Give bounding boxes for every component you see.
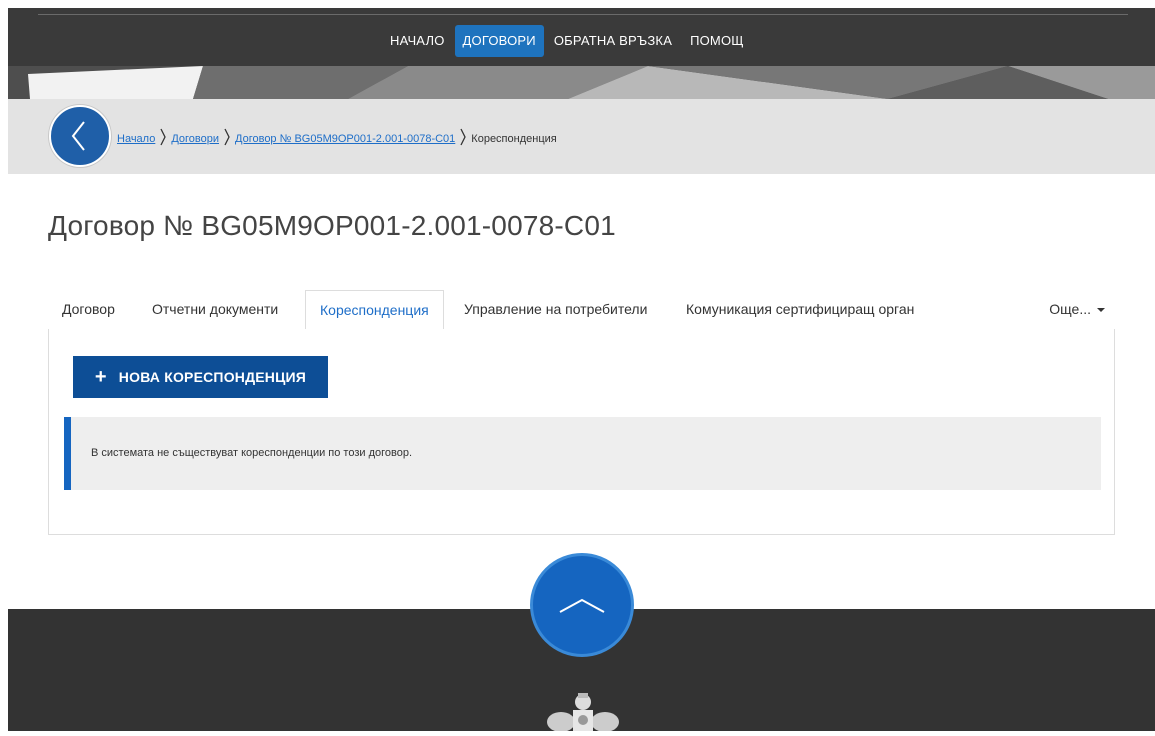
page: НАЧАЛО ДОГОВОРИ ОБРАТНА ВРЪЗКА ПОМОЩ Нач… (0, 0, 1155, 732)
nav-item-home[interactable]: НАЧАЛО (382, 25, 453, 57)
nav-item-contracts[interactable]: ДОГОВОРИ (454, 25, 544, 57)
chevron-up-icon (559, 598, 605, 613)
plus-icon: + (94, 366, 107, 388)
tab-user-management[interactable]: Управление на потребители (464, 290, 647, 328)
tab-more-label: Още... (1049, 301, 1091, 317)
caret-down-icon (1097, 308, 1105, 313)
chevron-right-icon (160, 128, 167, 149)
header-banner (8, 66, 1155, 99)
breadcrumb-bar: Начало Договори Договор № BG05M9OP001-2.… (8, 99, 1155, 174)
breadcrumb-home-link[interactable]: Начало (117, 133, 155, 145)
new-correspondence-button[interactable]: + НОВА КОРЕСПОНДЕНЦИЯ (73, 356, 328, 398)
new-correspondence-label: НОВА КОРЕСПОНДЕНЦИЯ (118, 369, 307, 385)
empty-notice-text: В системата не съществуват кореспонденци… (91, 447, 413, 459)
tab-certifying-authority[interactable]: Комуникация сертифициращ орган (686, 290, 914, 328)
nav-item-help[interactable]: ПОМОЩ (682, 25, 752, 57)
breadcrumb-current: Кореспонденция (471, 132, 557, 145)
page-title: Договор № BG05M9OP001-2.001-0078-C01 (48, 210, 616, 241)
breadcrumb-contracts-link[interactable]: Договори (171, 133, 219, 145)
tab-bar: Договор Отчетни документи Кореспонденция… (48, 290, 1115, 330)
tab-reports[interactable]: Отчетни документи (152, 290, 278, 328)
coat-of-arms-icon (535, 690, 631, 736)
tab-contract[interactable]: Договор (62, 290, 115, 328)
nav-divider (38, 14, 1128, 15)
chevron-right-icon (224, 128, 230, 149)
breadcrumb: Начало Договори Договор № BG05M9OP001-2.… (117, 128, 557, 149)
tab-more-dropdown[interactable]: Още... (1049, 290, 1105, 328)
breadcrumb-contract-link[interactable]: Договор № BG05M9OP001-2.001-0078-C01 (235, 133, 455, 145)
nav-item-feedback[interactable]: ОБРАТНА ВРЪЗКА (546, 25, 680, 57)
back-button[interactable] (49, 105, 111, 167)
top-navigation: НАЧАЛО ДОГОВОРИ ОБРАТНА ВРЪЗКА ПОМОЩ (8, 8, 1155, 66)
tab-panel: + НОВА КОРЕСПОНДЕНЦИЯ В системата не същ… (48, 329, 1115, 535)
empty-notice: В системата не съществуват кореспонденци… (64, 417, 1101, 490)
chevron-right-icon (460, 128, 467, 149)
scroll-to-top-button[interactable] (530, 553, 634, 657)
tab-correspondence[interactable]: Кореспонденция (305, 290, 444, 330)
chevron-left-icon (71, 121, 85, 151)
nav-menu: НАЧАЛО ДОГОВОРИ ОБРАТНА ВРЪЗКА ПОМОЩ (382, 25, 754, 57)
